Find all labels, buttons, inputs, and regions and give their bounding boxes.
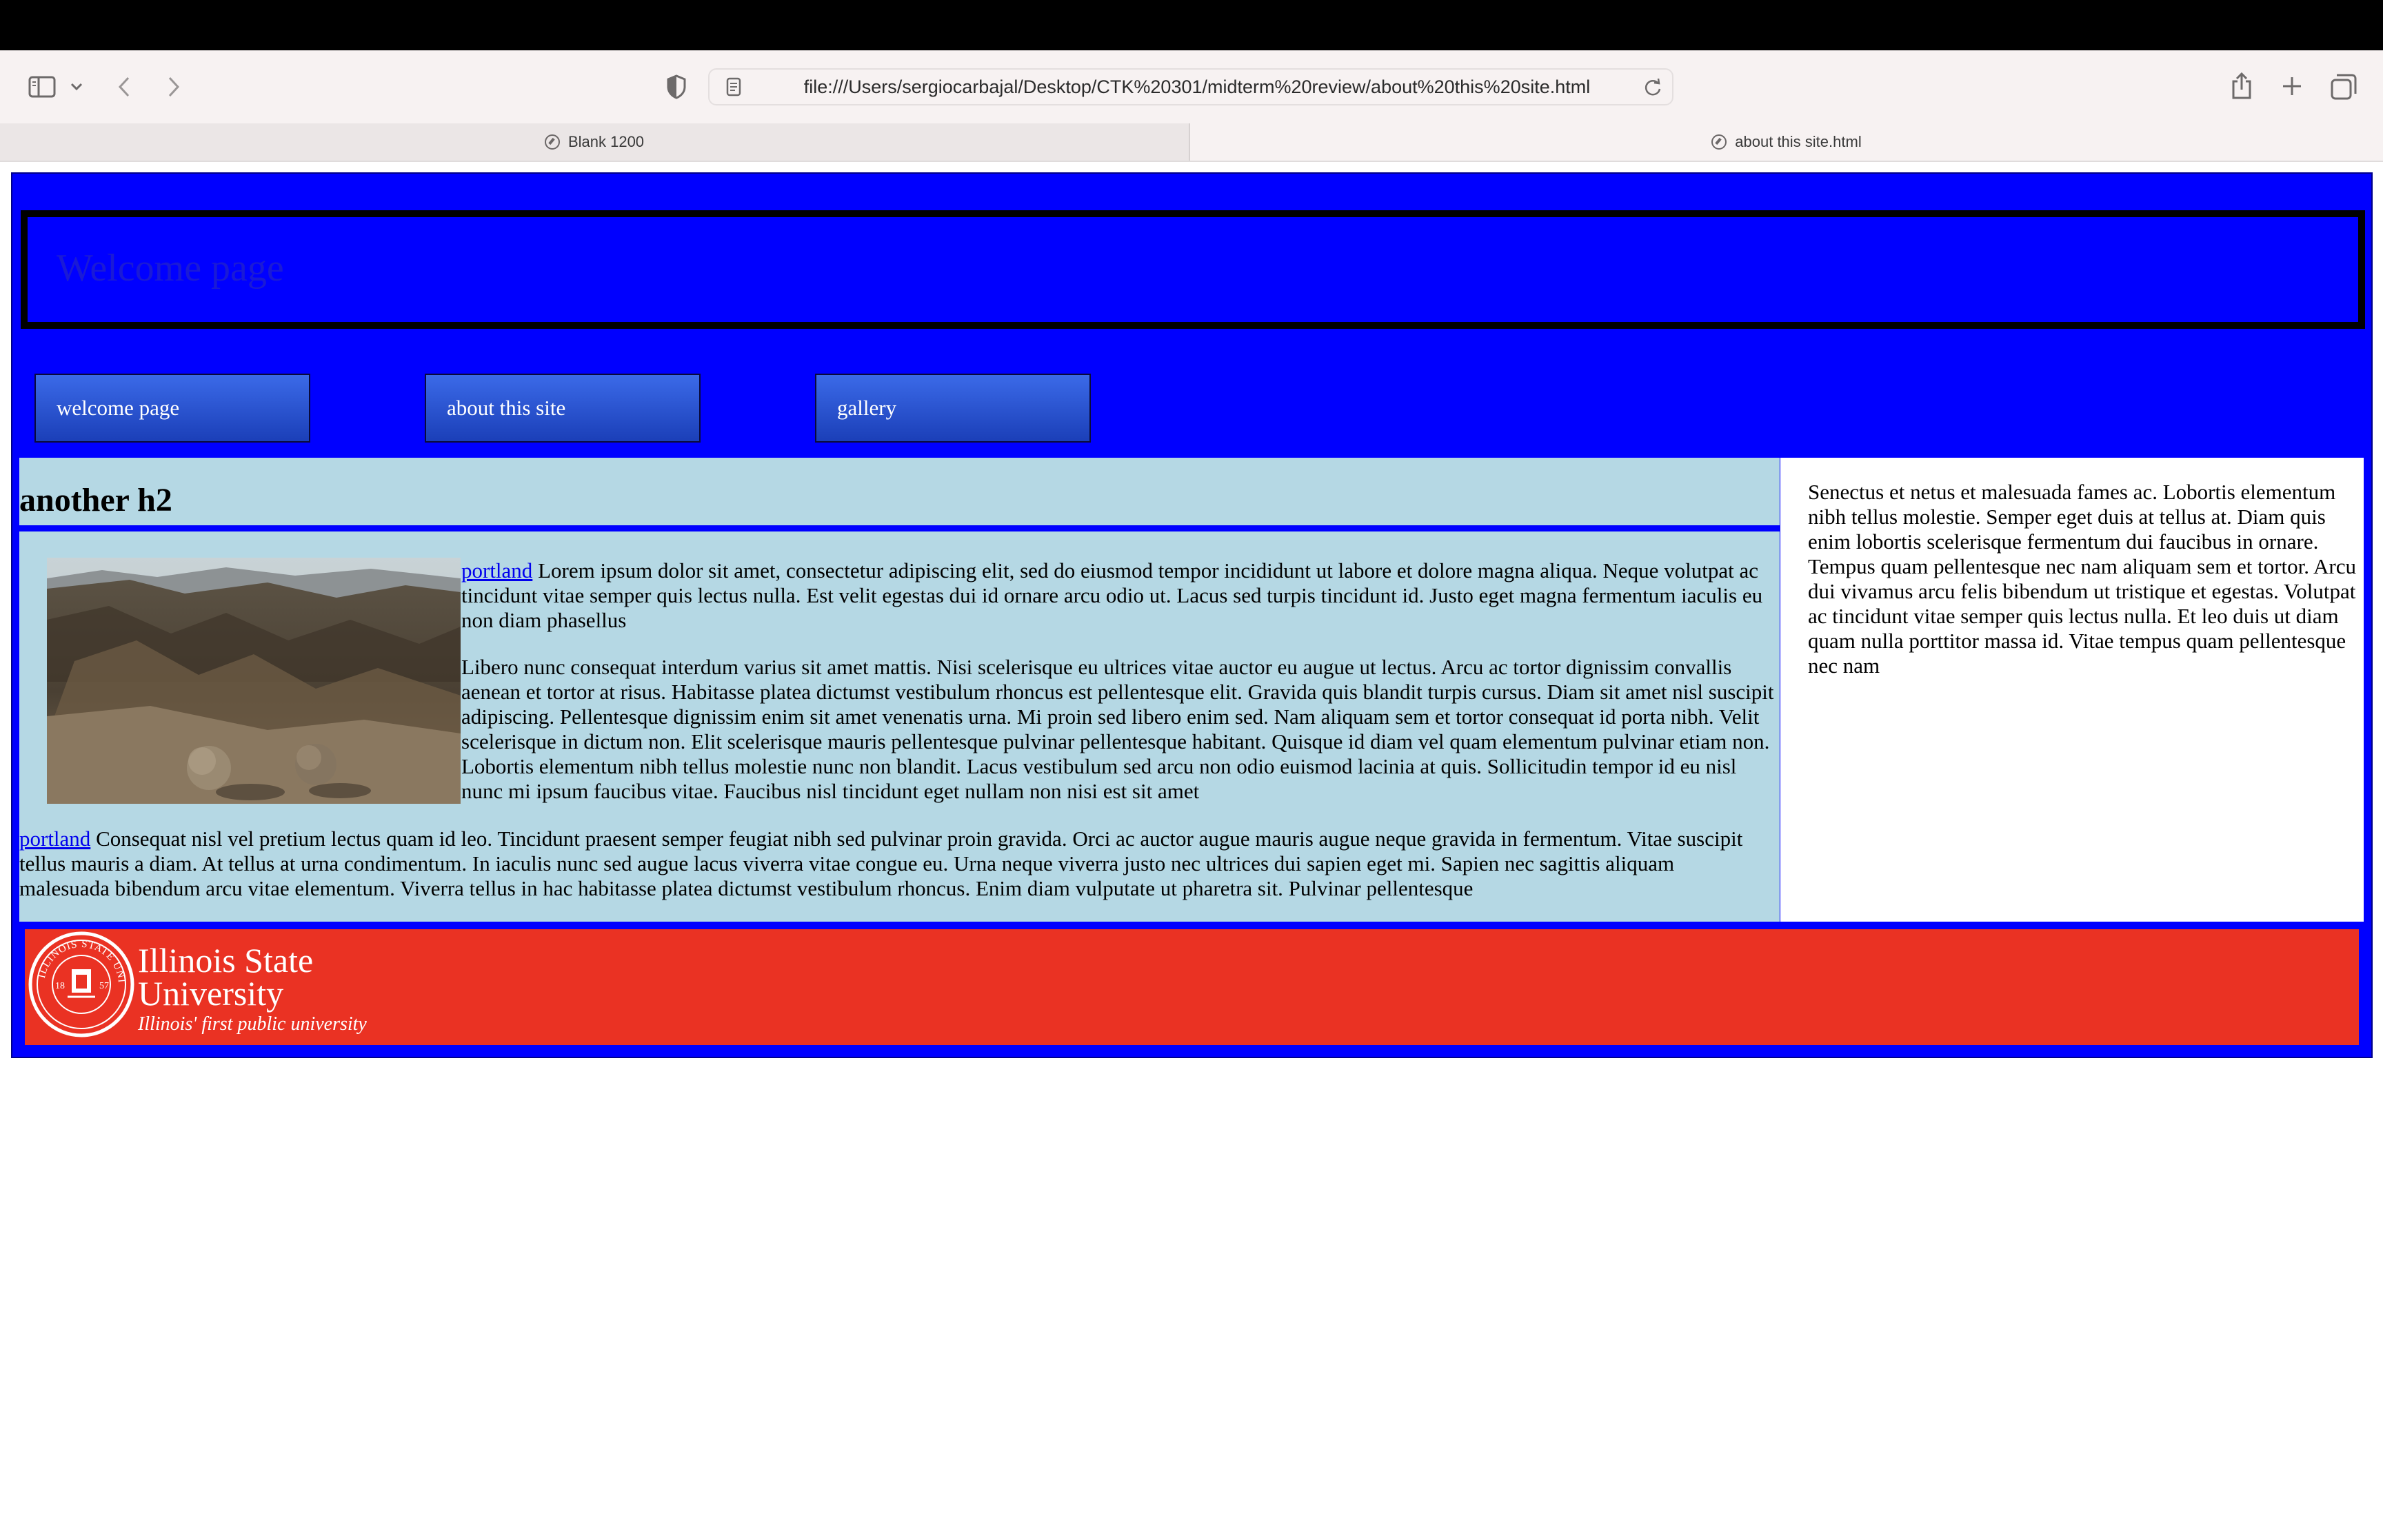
aside-text: Senectus et netus et malesuada fames ac.… — [1808, 480, 2356, 678]
desert-landscape-image — [47, 558, 461, 804]
paragraph-3-text: Consequat nisl vel pretium lectus quam i… — [19, 827, 1743, 900]
tab-label: about this site.html — [1735, 133, 1862, 150]
reload-icon[interactable] — [1642, 77, 1664, 99]
page-header: Welcome page — [21, 210, 2365, 329]
tab-blank-1200[interactable]: Blank 1200 — [0, 123, 1190, 161]
tab-label: Blank 1200 — [567, 133, 645, 150]
address-bar[interactable]: file:///Users/sergiocarbajal/Desktop/CTK… — [708, 68, 1673, 105]
screen-top-bar — [0, 0, 2383, 50]
paragraph-2: Libero nunc consequat interdum varius si… — [461, 655, 1774, 803]
paragraph-1-text: Lorem ipsum dolor sit amet, consectetur … — [461, 558, 1763, 632]
intro-text-column: portland Lorem ipsum dolor sit amet, con… — [461, 558, 1780, 826]
sidebar-icon[interactable] — [26, 71, 58, 103]
tab-bar: Blank 1200 about this site.html — [0, 123, 2383, 162]
tabs-overview-icon[interactable] — [2328, 71, 2360, 103]
illinois-state-university-logo: ILLINOIS STATE UNIVERSITY 18 57 Illinois… — [25, 929, 367, 1037]
logo-tagline: Illinois' first public university — [137, 1013, 367, 1035]
compass-icon — [1711, 134, 1727, 150]
page-title: Welcome page — [57, 247, 284, 290]
compass-icon — [544, 134, 560, 150]
shield-icon[interactable] — [662, 72, 691, 101]
nav-welcome-page-button[interactable]: welcome page — [34, 374, 310, 443]
nav-gallery-button[interactable]: gallery — [815, 374, 1091, 443]
share-icon[interactable] — [2226, 68, 2258, 103]
back-icon[interactable] — [110, 73, 138, 101]
page-icon — [723, 77, 744, 97]
paragraph-1: portland Lorem ipsum dolor sit amet, con… — [461, 558, 1780, 633]
svg-text:18: 18 — [55, 981, 65, 991]
svg-text:57: 57 — [99, 981, 109, 991]
plus-icon[interactable] — [2277, 71, 2307, 101]
page-container: Welcome page welcome page about this sit… — [11, 172, 2373, 1058]
portland-link[interactable]: portland — [461, 558, 532, 582]
page-footer: ILLINOIS STATE UNIVERSITY 18 57 Illinois… — [25, 929, 2359, 1045]
forward-icon[interactable] — [160, 73, 188, 101]
browser-toolbar: file:///Users/sergiocarbajal/Desktop/CTK… — [0, 50, 2383, 123]
url-text[interactable]: file:///Users/sergiocarbajal/Desktop/CTK… — [791, 70, 1603, 104]
nav-about-this-site-button[interactable]: about this site — [425, 374, 701, 443]
main-content: another h2 portland Lorem ipsum dolor si… — [19, 458, 1780, 922]
sidebar-aside: Senectus et netus et malesuada fames ac.… — [1780, 458, 2364, 922]
portland-link[interactable]: portland — [19, 827, 90, 851]
tab-about-this-site[interactable]: about this site.html — [1190, 123, 2383, 161]
section-heading: another h2 — [19, 482, 172, 518]
paragraph-3: portland Consequat nisl vel pretium lect… — [19, 827, 1743, 901]
logo-line-2: University — [138, 974, 283, 1013]
chevron-down-icon[interactable] — [68, 78, 86, 96]
heading-divider — [19, 525, 1780, 531]
